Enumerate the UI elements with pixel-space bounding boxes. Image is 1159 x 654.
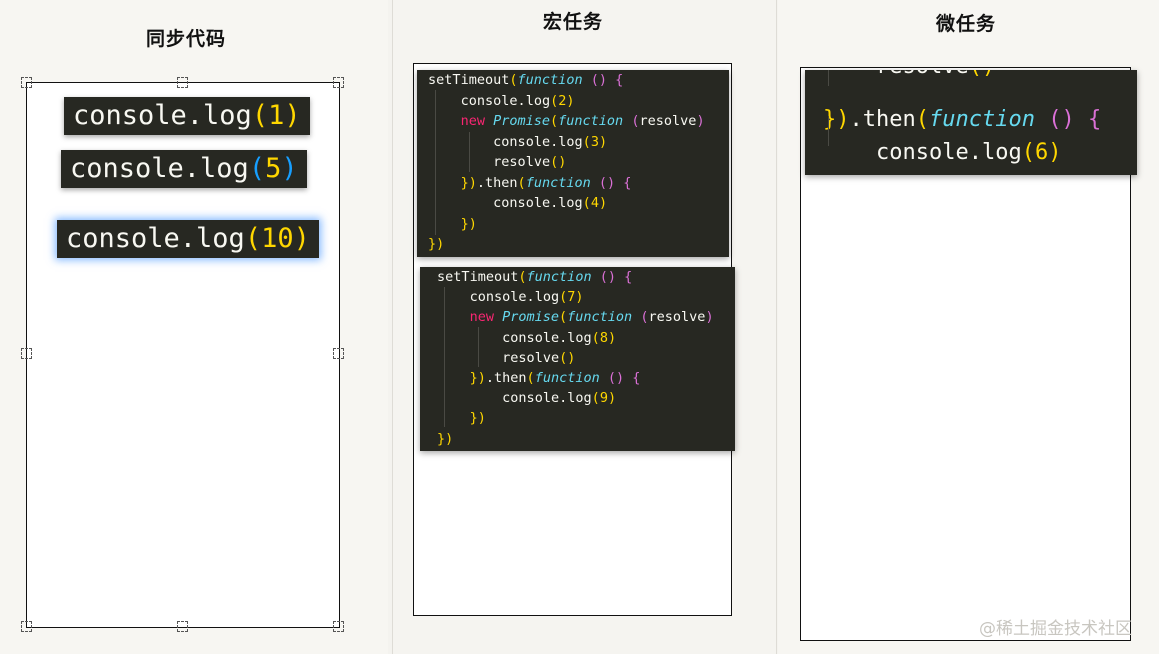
code-line: console.log(9) — [502, 390, 617, 407]
code-line: }) — [428, 236, 445, 252]
code-line: console.log(7) — [469, 289, 584, 306]
chip-value: 5 — [265, 153, 282, 184]
chip-paren-close: ) — [284, 100, 301, 131]
chip-prefix: console.log — [66, 223, 245, 254]
micro-column-title: 微任务 — [936, 13, 997, 35]
sync-chip-console-log-10[interactable]: console.log(10) — [57, 220, 319, 258]
code-line: console.log(8) — [502, 329, 617, 346]
resize-handle-top-center[interactable] — [177, 77, 188, 88]
resize-handle-middle-right[interactable] — [333, 348, 344, 359]
sync-code-column: 同步代码 console.log(1) console.log(5) conso… — [0, 0, 388, 654]
sync-column-title: 同步代码 — [146, 28, 227, 50]
code-line: }).then(function () { — [460, 174, 632, 191]
chip-paren-close: ) — [293, 223, 310, 254]
code-line: }) — [823, 169, 1137, 175]
chip-value: 10 — [261, 223, 294, 254]
sync-chip-console-log-5[interactable]: console.log(5) — [61, 150, 307, 188]
code-line: console.log(4) — [493, 195, 608, 211]
code-line: }) — [469, 410, 486, 427]
indent-guide — [828, 116, 829, 146]
chip-value: 1 — [268, 100, 285, 131]
macro-column-title: 宏任务 — [543, 11, 604, 33]
resize-handle-top-right[interactable] — [333, 77, 344, 88]
code-line: console.log(2) — [460, 92, 575, 109]
resize-handle-bottom-center[interactable] — [177, 621, 188, 632]
chip-paren-open: ( — [244, 223, 262, 254]
indent-guide — [828, 70, 829, 86]
code-line: resolve() — [493, 154, 567, 170]
resize-handle-middle-left[interactable] — [21, 348, 32, 359]
code-line: }).then(function () { — [469, 370, 641, 387]
code-line: console.log(3) — [493, 133, 608, 150]
macro-task-column: 宏任务 setTimeout(function () { console.log… — [392, 0, 777, 654]
indent-guide — [435, 90, 436, 235]
watermark: @稀土掘金技术社区 — [979, 619, 1132, 639]
indent-guide — [478, 327, 479, 367]
micro-code-block[interactable]: resolve() }).then(function () { console.l… — [805, 70, 1137, 175]
chip-paren-open: ( — [251, 100, 269, 131]
resize-handle-top-left[interactable] — [21, 77, 32, 88]
resize-handle-bottom-right[interactable] — [333, 621, 344, 632]
code-line: console.log(6) — [876, 140, 1062, 165]
sync-chip-console-log-1[interactable]: console.log(1) — [64, 97, 310, 135]
chip-prefix: console.log — [70, 153, 249, 184]
chip-paren-close: ) — [281, 153, 298, 184]
code-line: }) — [460, 215, 477, 232]
code-line: }) — [437, 430, 454, 447]
macro-code-block-2[interactable]: setTimeout(function () { console.log(7) … — [420, 267, 735, 451]
resize-handle-bottom-left[interactable] — [21, 621, 32, 632]
code-line: new Promise(function (resolve) — [460, 113, 705, 129]
code-line: setTimeout(function () { — [437, 269, 633, 285]
code-line: resolve() — [502, 349, 576, 366]
indent-guide — [469, 132, 470, 172]
macro-code-block-1[interactable]: setTimeout(function () { console.log(2) … — [417, 70, 729, 257]
code-line: }).then(function () { — [823, 107, 1102, 132]
micro-task-column: 微任务 resolve() }).then(function () { conso… — [778, 0, 1159, 654]
code-line: setTimeout(function () { — [428, 72, 624, 88]
chip-paren-open: ( — [248, 153, 266, 184]
code-line: new Promise(function (resolve) — [469, 309, 714, 326]
indent-guide — [444, 287, 445, 427]
chip-prefix: console.log — [73, 100, 252, 131]
code-line: resolve() — [823, 70, 1137, 83]
